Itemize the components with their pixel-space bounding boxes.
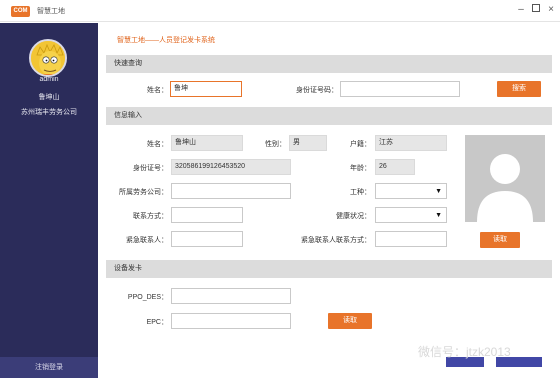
info-hukou-field[interactable]: 江苏 [375,135,447,151]
read-photo-button[interactable]: 读取 [480,232,520,248]
info-emergency-label: 紧急联系人： [126,237,168,244]
info-emergency-input[interactable] [171,231,243,247]
ppo-label: PPO_DES： [127,294,168,301]
query-id-input[interactable] [340,81,460,97]
title-bar: COM 智慧工地 – × [0,0,560,22]
query-id-label: 身份证号码： [296,87,338,94]
sidebar-company: 苏州瑞丰劳务公司 [21,109,77,116]
info-id-field[interactable]: 320586199126453520 [171,159,291,175]
info-name-label: 姓名： [147,141,168,148]
info-age-label: 年龄： [350,165,371,172]
page-title: 智慧工地——人员登记发卡系统 [117,37,215,44]
search-button[interactable]: 搜索 [497,81,541,97]
avatar [29,39,67,77]
section-card-issue: 设备发卡 [106,260,552,278]
health-select[interactable]: ▼ [375,207,447,223]
app-title: 智慧工地 [37,8,65,15]
section-quick-query: 快速查询 [106,55,552,73]
id-photo [465,135,545,222]
info-contact-input[interactable] [171,207,243,223]
info-age-field[interactable]: 26 [375,159,415,175]
query-name-label: 姓名： [147,87,168,94]
section-info-input: 信息输入 [106,107,552,125]
worktype-select[interactable]: ▼ [375,183,447,199]
info-gender-field[interactable]: 男 [289,135,327,151]
info-worktype-label: 工种： [350,189,371,196]
epc-label: EPC： [146,319,168,326]
ppo-input[interactable] [171,288,291,304]
info-company-input[interactable] [171,183,291,199]
info-hukou-label: 户籍： [350,141,371,148]
info-name-field[interactable]: 鲁坤山 [171,135,243,151]
sidebar-realname: 鲁坤山 [38,94,60,101]
chevron-down-icon: ▼ [435,212,442,219]
info-contact-label: 联系方式： [133,213,168,220]
info-gender-label: 性别： [265,141,286,148]
maximize-icon[interactable] [529,3,543,17]
app-logo: COM [11,6,30,17]
sidebar: admin 鲁坤山 苏州瑞丰劳务公司 注销登录 [0,23,98,378]
info-emergency-contact-input[interactable] [375,231,447,247]
watermark-text: 微信号：jtzk2013 [418,345,511,359]
query-name-input[interactable]: 鲁坤 [170,81,242,97]
epc-input[interactable] [171,313,291,329]
sidebar-username: admin [39,76,59,83]
logout-button[interactable]: 注销登录 [0,357,98,378]
info-emergency-contact-label: 紧急联系人联系方式： [301,237,371,244]
close-icon[interactable]: × [544,3,558,17]
info-health-label: 健康状况： [336,213,371,220]
chevron-down-icon: ▼ [435,188,442,195]
read-card-button[interactable]: 读取 [328,313,372,329]
info-company-label: 所属劳务公司： [119,189,168,196]
info-id-label: 身份证号： [133,165,168,172]
minimize-icon[interactable]: – [514,3,528,17]
